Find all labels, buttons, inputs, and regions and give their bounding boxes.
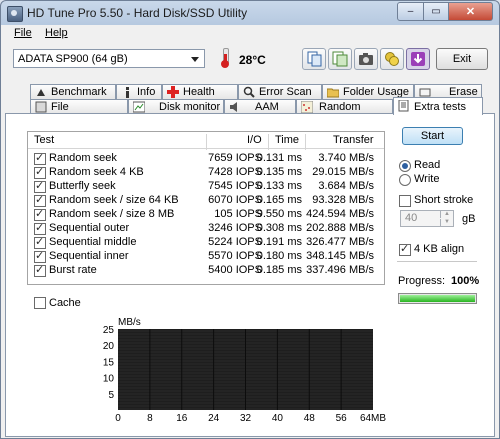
tab-extra-tests[interactable]: Extra tests (393, 97, 483, 115)
app-window: HD Tune Pro 5.50 - Hard Disk/SSD Utility… (0, 0, 500, 439)
y-tick-label: 20 (103, 341, 115, 352)
chart-svg: 0 8 16 24 32 40 48 56 64MB 25 20 15 10 5 MB/s (103, 317, 387, 424)
y-tick-label: 5 (108, 390, 114, 401)
x-tick-label: 32 (240, 413, 252, 424)
x-tick-label: 8 (147, 413, 153, 424)
x-tick-label: 64MB (360, 413, 386, 424)
x-tick-label: 24 (208, 413, 220, 424)
y-tick-label: 15 (103, 357, 115, 368)
x-tick-label: 56 (336, 413, 348, 424)
x-tick-label: 48 (304, 413, 316, 424)
x-tick-label: 40 (272, 413, 284, 424)
y-tick-label: 10 (103, 374, 115, 385)
x-tick-label: 16 (176, 413, 188, 424)
y-axis-label: MB/s (118, 317, 141, 328)
y-tick-label: 25 (103, 325, 115, 336)
tab-label: Extra tests (414, 101, 466, 113)
x-tick-label: 0 (115, 413, 121, 424)
extra-tests-icon (398, 100, 409, 112)
